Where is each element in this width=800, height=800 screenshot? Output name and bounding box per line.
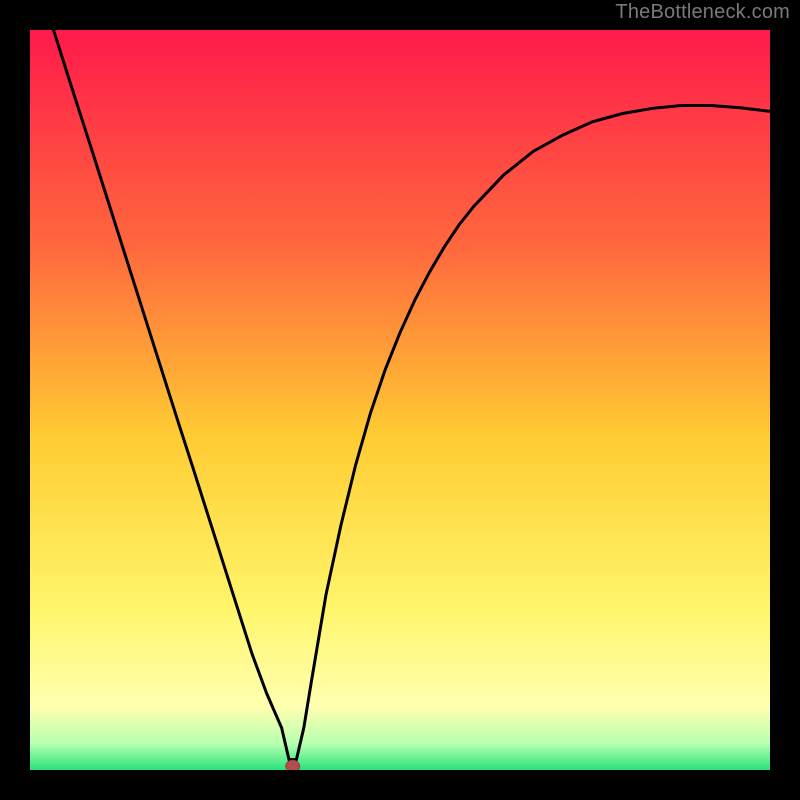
watermark-text: TheBottleneck.com (615, 1, 790, 24)
chart-frame: TheBottleneck.com (0, 0, 800, 800)
gradient-background (30, 30, 770, 770)
marker-dot (286, 760, 300, 770)
bottleneck-chart (30, 30, 770, 770)
